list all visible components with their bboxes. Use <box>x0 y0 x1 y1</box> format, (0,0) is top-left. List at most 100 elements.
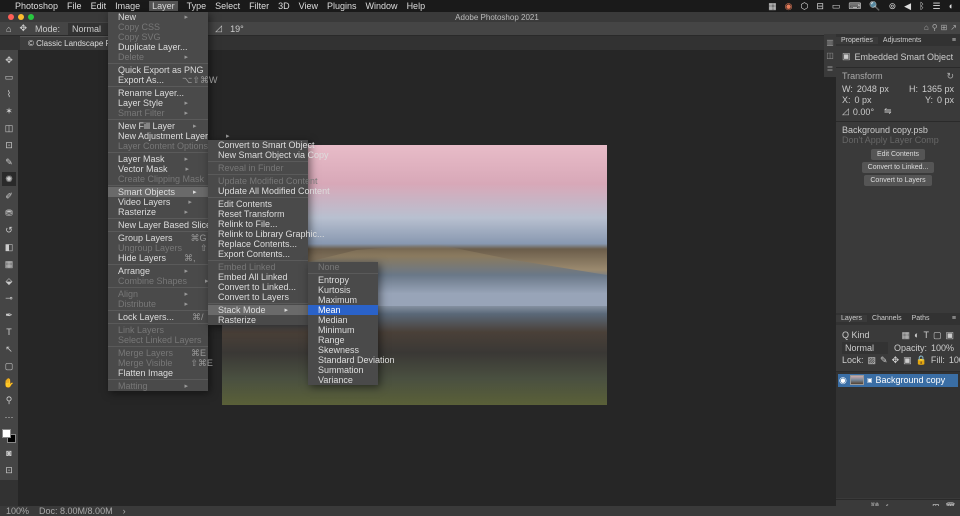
edit-contents-button[interactable]: Edit Contents <box>871 149 925 160</box>
smart-menu-convert-to-linked[interactable]: Convert to Linked... <box>208 282 308 292</box>
siri-icon[interactable]: ◐ <box>949 1 954 11</box>
menu-select[interactable]: Select <box>215 1 240 11</box>
lock-pos-icon[interactable]: ✥ <box>892 355 900 366</box>
x-value[interactable]: 0 px <box>855 95 872 105</box>
layer-menu-new-fill-layer[interactable]: New Fill Layer <box>108 121 208 131</box>
blend-mode-select[interactable]: Normal <box>842 342 888 354</box>
opacity-value[interactable]: 100% <box>931 343 954 353</box>
layer-menu-rename-layer[interactable]: Rename Layer... <box>108 88 208 98</box>
filter-adjust-icon[interactable]: ◐ <box>914 330 919 340</box>
layer-menu-smart-objects[interactable]: Smart Objects <box>108 187 208 197</box>
layer-thumbnail[interactable] <box>850 375 864 385</box>
status-arrow-icon[interactable]: › <box>123 506 126 516</box>
quickmask-toggle[interactable]: ◙ <box>2 446 16 460</box>
smart-menu-reset-transform[interactable]: Reset Transform <box>208 209 308 219</box>
layer-menu-hide-layers[interactable]: Hide Layers⌘, <box>108 253 208 263</box>
zoom-tool[interactable]: ⚲ <box>2 393 16 407</box>
h-value[interactable]: 1365 px <box>922 84 954 94</box>
stack-menu-range[interactable]: Range <box>308 335 378 345</box>
layer-menu-quick-export-as-png[interactable]: Quick Export as PNG <box>108 65 208 75</box>
smart-menu-replace-contents[interactable]: Replace Contents... <box>208 239 308 249</box>
type-tool[interactable]: T <box>2 325 16 339</box>
minimize-window-icon[interactable] <box>18 14 24 20</box>
visibility-icon[interactable]: ◉ <box>839 375 847 386</box>
angle-value[interactable]: 0.00° <box>853 107 874 117</box>
stack-menu-maximum[interactable]: Maximum <box>308 295 378 305</box>
flip-h-icon[interactable]: ⇋ <box>884 106 892 117</box>
lock-trans-icon[interactable]: ▨ <box>868 355 877 366</box>
sound-icon[interactable]: ◀ <box>904 1 911 12</box>
frame-tool[interactable]: ⊡ <box>2 138 16 152</box>
screenmode-toggle[interactable]: ⊡ <box>2 463 16 477</box>
cc-icon[interactable]: ◉ <box>785 1 793 12</box>
crop-tool[interactable]: ◫ <box>2 121 16 135</box>
layer-name[interactable]: Background copy <box>876 375 946 385</box>
menu-type[interactable]: Type <box>187 1 207 11</box>
zoom-window-icon[interactable] <box>28 14 34 20</box>
layer-menu-group-layers[interactable]: Group Layers⌘G <box>108 233 208 243</box>
stack-menu-skewness[interactable]: Skewness <box>308 345 378 355</box>
color-panel-icon[interactable]: ▥ <box>826 38 834 47</box>
layer-menu-layer-mask[interactable]: Layer Mask <box>108 154 208 164</box>
layer-menu-new-layer-based-slice[interactable]: New Layer Based Slice <box>108 220 208 230</box>
menu-layer[interactable]: Layer <box>149 1 178 11</box>
menu-app[interactable]: Photoshop <box>15 1 58 11</box>
tab-adjustments[interactable]: Adjustments <box>878 37 927 44</box>
stack-menu-mean[interactable]: Mean <box>308 305 378 315</box>
layer-menu-video-layers[interactable]: Video Layers <box>108 197 208 207</box>
doc-size[interactable]: Doc: 8.00M/8.00M <box>39 506 113 516</box>
smart-menu-export-contents[interactable]: Export Contents... <box>208 249 308 259</box>
dodge-tool[interactable]: ⊸ <box>2 291 16 305</box>
color-swatches[interactable] <box>2 429 16 443</box>
w-value[interactable]: 2048 px <box>857 84 889 94</box>
reset-icon[interactable]: ↻ <box>946 71 954 82</box>
filter-kind[interactable]: Q Kind <box>842 330 870 340</box>
convert-linked-button[interactable]: Convert to Linked... <box>862 162 935 173</box>
stack-menu-summation[interactable]: Summation <box>308 365 378 375</box>
filter-smart-icon[interactable]: ▣ <box>945 330 954 341</box>
swatches-panel-icon[interactable]: ◫ <box>826 51 834 60</box>
filter-shape-icon[interactable]: ▢ <box>933 330 942 341</box>
layer-menu-rasterize[interactable]: Rasterize <box>108 207 208 217</box>
menu-filter[interactable]: Filter <box>249 1 269 11</box>
filter-type-icon[interactable]: T <box>923 330 929 340</box>
lasso-tool[interactable]: ⌇ <box>2 87 16 101</box>
battery-icon[interactable]: ▭ <box>832 1 841 12</box>
lock-pixels-icon[interactable]: ✎ <box>880 355 888 366</box>
filter-pixel-icon[interactable]: ▦ <box>902 330 911 341</box>
healing-tool[interactable]: ✺ <box>2 172 16 186</box>
menu-window[interactable]: Window <box>366 1 398 11</box>
eyedropper-tool[interactable]: ✎ <box>2 155 16 169</box>
layer-menu-export-as[interactable]: Export As...⌥⇧⌘W <box>108 75 208 85</box>
edit-toolbar[interactable]: ⋯ <box>2 410 16 424</box>
layer-menu-new-adjustment-layer[interactable]: New Adjustment Layer <box>108 131 208 141</box>
smart-menu-stack-mode[interactable]: Stack Mode <box>208 305 308 315</box>
hand-tool[interactable]: ✋ <box>2 376 16 390</box>
tab-properties[interactable]: Properties <box>836 37 878 44</box>
layer-menu-flatten-image[interactable]: Flatten Image <box>108 368 208 378</box>
menu-image[interactable]: Image <box>115 1 140 11</box>
home-icon[interactable]: ⌂ <box>6 24 11 34</box>
marquee-tool[interactable]: ▭ <box>2 70 16 84</box>
spotlight-icon[interactable]: 🔍 <box>869 1 880 12</box>
panel-menu-icon[interactable]: ≡ <box>947 37 960 44</box>
menu-edit[interactable]: Edit <box>91 1 107 11</box>
smart-menu-relink-to-file[interactable]: Relink to File... <box>208 219 308 229</box>
layers-menu-icon[interactable]: ≡ <box>947 315 960 322</box>
smart-menu-convert-to-layers[interactable]: Convert to Layers <box>208 292 308 302</box>
y-value[interactable]: 0 px <box>937 95 954 105</box>
smart-menu-convert-to-smart-object[interactable]: Convert to Smart Object <box>208 140 308 150</box>
stack-menu-median[interactable]: Median <box>308 315 378 325</box>
convert-layers-button[interactable]: Convert to Layers <box>864 175 931 186</box>
stamp-tool[interactable]: ⛃ <box>2 206 16 220</box>
stack-menu-standard-deviation[interactable]: Standard Deviation <box>308 355 378 365</box>
tab-paths[interactable]: Paths <box>907 315 935 322</box>
dropbox-icon[interactable]: ⬡ <box>800 1 808 12</box>
tab-channels[interactable]: Channels <box>867 315 907 322</box>
menu-file[interactable]: File <box>67 1 82 11</box>
path-select-tool[interactable]: ↖ <box>2 342 16 356</box>
fill-value[interactable]: 100% <box>949 355 960 365</box>
smart-menu-edit-contents[interactable]: Edit Contents <box>208 199 308 209</box>
eraser-tool[interactable]: ◧ <box>2 240 16 254</box>
layer-row[interactable]: ◉ ▣ Background copy <box>838 374 958 387</box>
